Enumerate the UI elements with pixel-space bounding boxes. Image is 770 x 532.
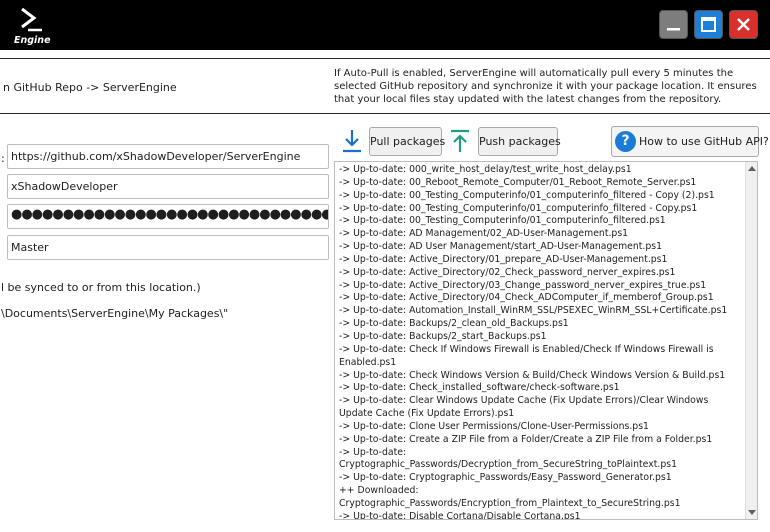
auto-pull-info: If Auto-Pull is enabled, ServerEngine wi…	[334, 68, 757, 105]
log-line: -> Up-to-date: Cryptographic_Passwords/E…	[339, 472, 672, 484]
username-field[interactable]: xShadowDeveloper	[7, 174, 329, 199]
header-divider-bottom	[0, 113, 770, 114]
log-line: -> Up-to-date: 00_Testing_Computerinfo/0…	[339, 215, 666, 227]
minimize-button[interactable]	[659, 10, 688, 39]
breadcrumb: n GitHub Repo -> ServerEngine	[3, 81, 177, 94]
maximize-icon	[701, 17, 716, 32]
log-line: -> Up-to-date: 00_Reboot_Remote_Computer…	[339, 176, 697, 188]
title-bar: Engine	[0, 0, 770, 50]
log-line: -> Up-to-date: Disable Cortana/Disable C…	[339, 510, 581, 520]
log-line: -> Up-to-date: Backups/2_clean_old_Backu…	[339, 318, 569, 330]
close-button[interactable]	[729, 10, 758, 39]
log-line: -> Up-to-date: AD Management/02_AD-User-…	[339, 228, 629, 240]
push-packages-button[interactable]: Push packages	[478, 127, 561, 156]
close-icon	[737, 18, 750, 31]
log-line: -> Up-to-date: Backups/2_start_Backups.p…	[339, 330, 547, 342]
sync-log[interactable]: -> Up-to-date: 000_write_host_delay/test…	[334, 161, 758, 520]
app-logo: Engine	[10, 6, 52, 46]
log-line: -> Up-to-date: 00_Testing_Computerinfo/0…	[339, 202, 698, 214]
scroll-down-icon[interactable]	[748, 510, 756, 515]
log-line: -> Up-to-date: Check If Windows Firewall…	[339, 343, 714, 368]
log-line: -> Up-to-date: 000_write_host_delay/test…	[339, 164, 632, 175]
log-line: -> Up-to-date: Clear Windows Update Cach…	[339, 395, 709, 420]
log-line: -> Up-to-date: Active_Directory/02_Check…	[339, 266, 676, 278]
log-scrollbar[interactable]	[745, 162, 757, 519]
package-path: \Documents\ServerEngine\My Packages\"	[1, 307, 229, 320]
log-line: -> Up-to-date: Active_Directory/01_prepa…	[339, 253, 668, 265]
log-line: -> Up-to-date: Check Windows Version & B…	[339, 369, 726, 381]
log-line: -> Up-to-date: Cryptographic_Passwords/D…	[339, 446, 677, 471]
repo-url-field[interactable]: https://github.com/xShadowDeveloper/Serv…	[7, 144, 329, 169]
logo-text: Engine	[14, 35, 51, 46]
log-line: -> Up-to-date: Active_Directory/03_Chang…	[339, 279, 707, 291]
scroll-up-icon[interactable]	[748, 166, 756, 171]
log-line: -> Up-to-date: Automation_Install_WinRM_…	[339, 305, 728, 317]
download-arrow-icon[interactable]	[340, 128, 364, 154]
log-line: -> Up-to-date: Active_Directory/04_Check…	[339, 292, 714, 304]
log-lines: -> Up-to-date: 000_write_host_delay/test…	[339, 164, 743, 520]
question-icon: ?	[615, 131, 636, 152]
log-line: -> Up-to-date: Check_installed_software/…	[339, 382, 620, 394]
sync-location-note: l be synced to or from this location.)	[1, 281, 201, 294]
repo-url-label: :	[1, 152, 5, 165]
upload-arrow-icon[interactable]	[448, 128, 472, 154]
pull-packages-button[interactable]: Pull packages	[369, 127, 445, 156]
log-line: -> Up-to-date: AD User Management/start_…	[339, 241, 663, 253]
header-divider-top	[0, 58, 770, 59]
log-line: ++ Downloaded: Cryptographic_Passwords/E…	[339, 485, 681, 509]
branch-field[interactable]: Master	[7, 235, 329, 260]
token-field[interactable]: ●●●●●●●●●●●●●●●●●●●●●●●●●●●●●●●●●●●●●●●●	[7, 204, 329, 229]
minimize-icon	[667, 28, 680, 31]
log-line: -> Up-to-date: Clone User Permissions/Cl…	[339, 420, 649, 432]
log-line: -> Up-to-date: 00_Testing_Computerinfo/0…	[339, 189, 715, 201]
github-api-help-button[interactable]: ? How to use GitHub API?	[611, 126, 769, 157]
log-line: -> Up-to-date: Create a ZIP File from a …	[339, 433, 713, 445]
help-button-label: How to use GitHub API?	[639, 135, 769, 148]
maximize-button[interactable]	[694, 10, 723, 39]
